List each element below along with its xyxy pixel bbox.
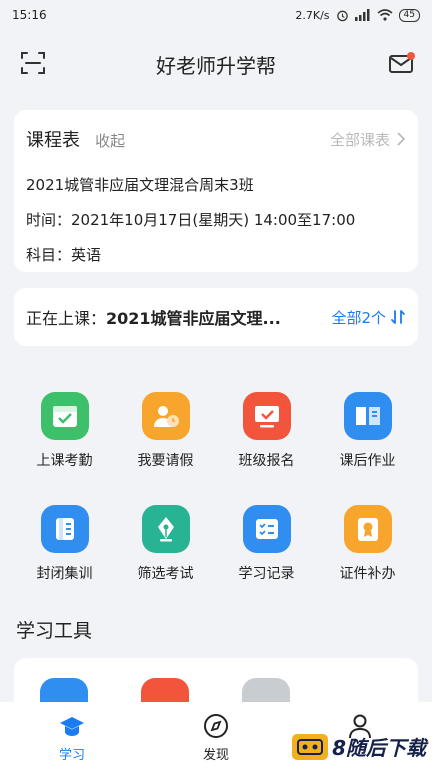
feature-records[interactable]: 学习记录 [216, 505, 317, 583]
signal-icon [354, 9, 370, 21]
feature-label: 证件补办 [339, 566, 396, 582]
feature-label: 学习记录 [238, 566, 295, 582]
calendar-check-icon [40, 392, 89, 440]
monitor-check-icon [242, 392, 291, 440]
collapse-button[interactable]: 收起 [95, 132, 125, 150]
tab-label: 发现 [202, 748, 229, 763]
feature-label: 班级报名 [238, 453, 295, 469]
class-subject: 科目：英语 [26, 246, 102, 264]
schedule-card: 课程表 收起 全部课表 2021城管非应届文理混合周末3班 时间：2021年10… [14, 110, 418, 272]
class-name: 2021城管非应届文理混合周末3班 [26, 176, 254, 194]
status-time: 15:16 [12, 8, 47, 22]
tab-label: 学习 [58, 748, 85, 763]
feature-grid-row-1: 上课考勤 我要请假 班级报名 课后作业 [14, 392, 432, 470]
feature-certificate[interactable]: 证件补办 [317, 505, 418, 583]
class-time: 时间：2021年10月17日(星期天) 14:00至17:00 [26, 211, 356, 229]
feature-grid-row-2: 封闭集训 筛选考试 学习记录 证件补办 [14, 505, 432, 583]
live-prefix: 正在上课： [26, 309, 107, 328]
network-speed: 2.7K/s [295, 8, 330, 22]
all-schedule-link[interactable]: 全部课表 [330, 129, 406, 150]
book-icon [343, 392, 392, 440]
schedule-title: 课程表 [26, 130, 80, 151]
app-header: 好老师升学帮 [0, 40, 432, 88]
live-all-label: 全部2个 [331, 308, 386, 327]
status-indicators: 2.7K/s 45 [295, 8, 420, 22]
graduation-cap-icon [60, 717, 84, 736]
feature-label: 上课考勤 [36, 453, 93, 469]
sort-icon [391, 310, 405, 324]
tab-study[interactable]: 学习 [0, 702, 144, 768]
tab-discover[interactable]: 发现 [144, 702, 288, 768]
tools-section-title: 学习工具 [16, 620, 93, 642]
all-schedule-label: 全部课表 [329, 130, 390, 149]
feature-exam[interactable]: 筛选考试 [115, 505, 216, 583]
live-course-name: 2021城管非应届文理... [106, 309, 281, 328]
feature-attendance[interactable]: 上课考勤 [14, 392, 115, 470]
watermark-logo-icon [292, 733, 329, 760]
feature-training[interactable]: 封闭集训 [14, 505, 115, 583]
compass-icon [204, 714, 228, 738]
status-bar: 15:16 2.7K/s 45 [0, 0, 432, 30]
feature-leave[interactable]: 我要请假 [115, 392, 216, 470]
record-icon [242, 505, 291, 553]
wifi-icon [377, 9, 393, 21]
pen-nib-icon [141, 505, 190, 553]
watermark-text: 8随后下载 [332, 736, 426, 760]
battery-indicator: 45 [398, 8, 420, 22]
live-class-card[interactable]: 正在上课：2021城管非应届文理... 全部2个 [14, 288, 418, 346]
live-all-button[interactable]: 全部2个 [331, 307, 406, 328]
live-class-text: 正在上课：2021城管非应届文理... [26, 305, 331, 329]
feature-label: 封闭集训 [36, 566, 93, 582]
page-title: 好老师升学帮 [156, 53, 276, 78]
notebook-icon [40, 505, 89, 553]
alarm-icon [336, 10, 348, 21]
feature-label: 我要请假 [137, 453, 194, 469]
feature-enroll[interactable]: 班级报名 [216, 392, 317, 470]
feature-label: 筛选考试 [137, 566, 194, 582]
leave-icon [141, 392, 190, 440]
feature-homework[interactable]: 课后作业 [317, 392, 418, 470]
scan-icon[interactable] [20, 50, 46, 76]
watermark: 8随后下载 [292, 732, 426, 761]
certificate-icon [343, 505, 392, 553]
chevron-right-icon [397, 132, 406, 146]
feature-label: 课后作业 [339, 453, 396, 469]
mail-icon[interactable] [388, 50, 416, 76]
